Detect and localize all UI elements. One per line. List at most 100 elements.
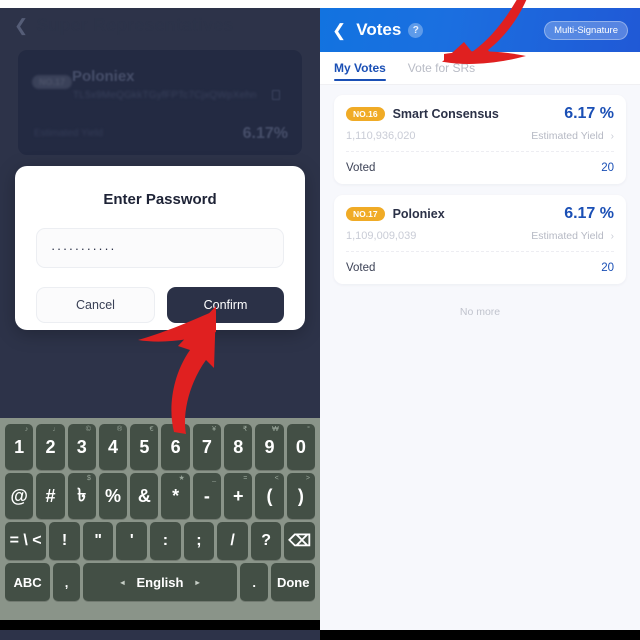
page-title: Super Representatives	[36, 14, 234, 35]
key-symbol-shift[interactable]: = \ <	[5, 522, 47, 560]
key-percent[interactable]: %	[98, 473, 128, 519]
key-label: @	[10, 485, 28, 506]
vote-card-subheader: 1,110,936,020 Estimated Yield ›	[346, 130, 614, 152]
tab-my-votes[interactable]: My Votes	[334, 52, 386, 84]
key-label: 1	[14, 436, 25, 457]
key-semicolon[interactable]: ;	[183, 522, 215, 560]
votes-tabbar: My Votes Vote for SRs	[320, 52, 640, 85]
question-mark-icon[interactable]: ?	[408, 22, 424, 38]
key-8[interactable]: ₹8	[224, 424, 253, 470]
estimated-yield-label: Estimated Yield	[531, 130, 604, 142]
key-space[interactable]: ◂ English ▸	[82, 563, 237, 601]
key-label: +	[232, 485, 244, 506]
copy-icon[interactable]	[272, 90, 280, 100]
key-6[interactable]: ¢ 6	[161, 424, 190, 470]
key-label: #	[45, 485, 56, 506]
keyboard-row-symbols-1: @ # $ ৳ % & ★ * _ - = + <( >)	[2, 473, 318, 522]
key-minus[interactable]: _ -	[192, 473, 222, 519]
key-paren-open[interactable]: <(	[255, 473, 284, 519]
voted-label: Voted	[346, 262, 376, 274]
key-double-quote[interactable]: "	[82, 522, 114, 560]
sr-rank-badge: NO.17	[32, 75, 73, 89]
key-single-quote[interactable]: '	[116, 522, 148, 560]
password-input[interactable]: ···········	[36, 228, 284, 268]
chevron-left-icon[interactable]: ❮	[332, 22, 346, 39]
key-label: -	[203, 485, 210, 506]
sr-name: Smart Consensus	[392, 107, 499, 121]
key-period[interactable]: .	[240, 563, 269, 601]
keyboard-row-symbols-2: = \ < ! " ' : ; / ? ⌫	[2, 522, 318, 563]
key-sup: ♪	[24, 426, 29, 433]
key-sup: ®	[117, 426, 123, 433]
key-done[interactable]: Done	[271, 563, 315, 601]
yield-percent: 6.17 %	[564, 205, 614, 222]
key-label: 4	[108, 436, 119, 457]
key-sup: ©	[85, 426, 91, 433]
password-input-value: ···········	[51, 240, 117, 256]
backspace-icon[interactable]: ⌫	[284, 522, 316, 560]
key-at[interactable]: @	[5, 473, 34, 519]
cancel-button[interactable]: Cancel	[36, 287, 155, 323]
keyboard-row-bottom: ABC , ◂ English ▸ . Done	[2, 563, 318, 604]
left-status-bar	[0, 0, 320, 8]
keyboard-language-label: English	[136, 574, 184, 590]
key-taka[interactable]: $ ৳	[67, 473, 96, 519]
key-4[interactable]: ® 4	[98, 424, 128, 470]
right-status-bar	[320, 0, 640, 8]
key-sup: °	[307, 426, 310, 433]
key-paren-close[interactable]: >)	[286, 473, 315, 519]
multi-signature-badge[interactable]: Multi-Signature	[544, 20, 628, 40]
tab-vote-for-srs[interactable]: Vote for SRs	[408, 52, 475, 84]
dialog-actions: Cancel Confirm	[36, 287, 284, 323]
key-sup: €	[149, 426, 154, 433]
sr-name: Poloniex	[72, 68, 135, 85]
vote-card-voted-row: Voted 20	[346, 152, 614, 184]
confirm-button[interactable]: Confirm	[167, 287, 284, 323]
key-plus[interactable]: = +	[224, 473, 253, 519]
vote-card-header: NO.16 Smart Consensus 6.17 %	[346, 105, 614, 123]
key-0[interactable]: ° 0	[286, 424, 315, 470]
key-ampersand[interactable]: &	[130, 473, 159, 519]
chevron-left-icon[interactable]: ◂	[121, 578, 125, 587]
key-1[interactable]: ♪ 1	[5, 424, 34, 470]
key-2[interactable]: ♩ 2	[36, 424, 65, 470]
key-comma[interactable]: ,	[53, 563, 80, 601]
key-sup: ¢	[180, 426, 185, 433]
key-3[interactable]: © 3	[67, 424, 96, 470]
sr-yield-value: 6.17%	[242, 125, 288, 142]
key-exclamation[interactable]: !	[49, 522, 80, 560]
key-sup: ¥	[212, 426, 217, 433]
key-label: 9	[264, 436, 275, 457]
key-9[interactable]: ₩9	[255, 424, 284, 470]
vote-card[interactable]: NO.17 Poloniex 6.17 % 1,109,009,039 Esti…	[334, 195, 626, 284]
key-5[interactable]: €5	[130, 424, 159, 470]
key-label: )	[297, 485, 304, 506]
key-slash[interactable]: /	[217, 522, 248, 560]
chevron-right-icon[interactable]: ›	[611, 131, 614, 142]
rank-badge: NO.16	[346, 107, 385, 121]
key-colon[interactable]: :	[150, 522, 181, 560]
voted-amount: 20	[601, 162, 614, 174]
chevron-left-icon[interactable]: ❮	[14, 17, 28, 34]
key-question[interactable]: ?	[250, 522, 282, 560]
key-sup: $	[86, 475, 91, 482]
left-navigation-bar	[0, 620, 320, 630]
key-label: 6	[170, 436, 181, 457]
vote-card[interactable]: NO.16 Smart Consensus 6.17 % 1,110,936,0…	[334, 95, 626, 184]
key-abc[interactable]: ABC	[5, 563, 51, 601]
sr-name: Poloniex	[392, 207, 445, 221]
estimated-yield-label: Estimated Yield	[531, 230, 604, 242]
left-panel-super-representatives: ❮ Super Representatives NO.17 Poloniex T…	[0, 0, 320, 640]
key-asterisk[interactable]: ★ *	[161, 473, 190, 519]
key-7[interactable]: ¥7	[192, 424, 222, 470]
dialog-title: Enter Password	[103, 191, 217, 208]
key-label: 8	[233, 436, 244, 457]
chevron-right-icon[interactable]: ▸	[195, 578, 199, 587]
sr-background-card[interactable]: NO.17 Poloniex TL5x9MeQGkkTGyfFPTc7CjxQW…	[18, 50, 302, 155]
key-label: (	[266, 485, 273, 506]
on-screen-keyboard: ♪ 1 ♩ 2 © 3 ® 4 €5 ¢ 6 ¥7 ₹8 ₩9 ° 0 @ # $ ৳ % &…	[0, 418, 320, 630]
key-hash[interactable]: #	[36, 473, 65, 519]
chevron-right-icon[interactable]: ›	[611, 231, 614, 242]
vote-card-header: NO.17 Poloniex 6.17 %	[346, 205, 614, 223]
sr-header: ❮ Super Representatives	[0, 8, 320, 42]
